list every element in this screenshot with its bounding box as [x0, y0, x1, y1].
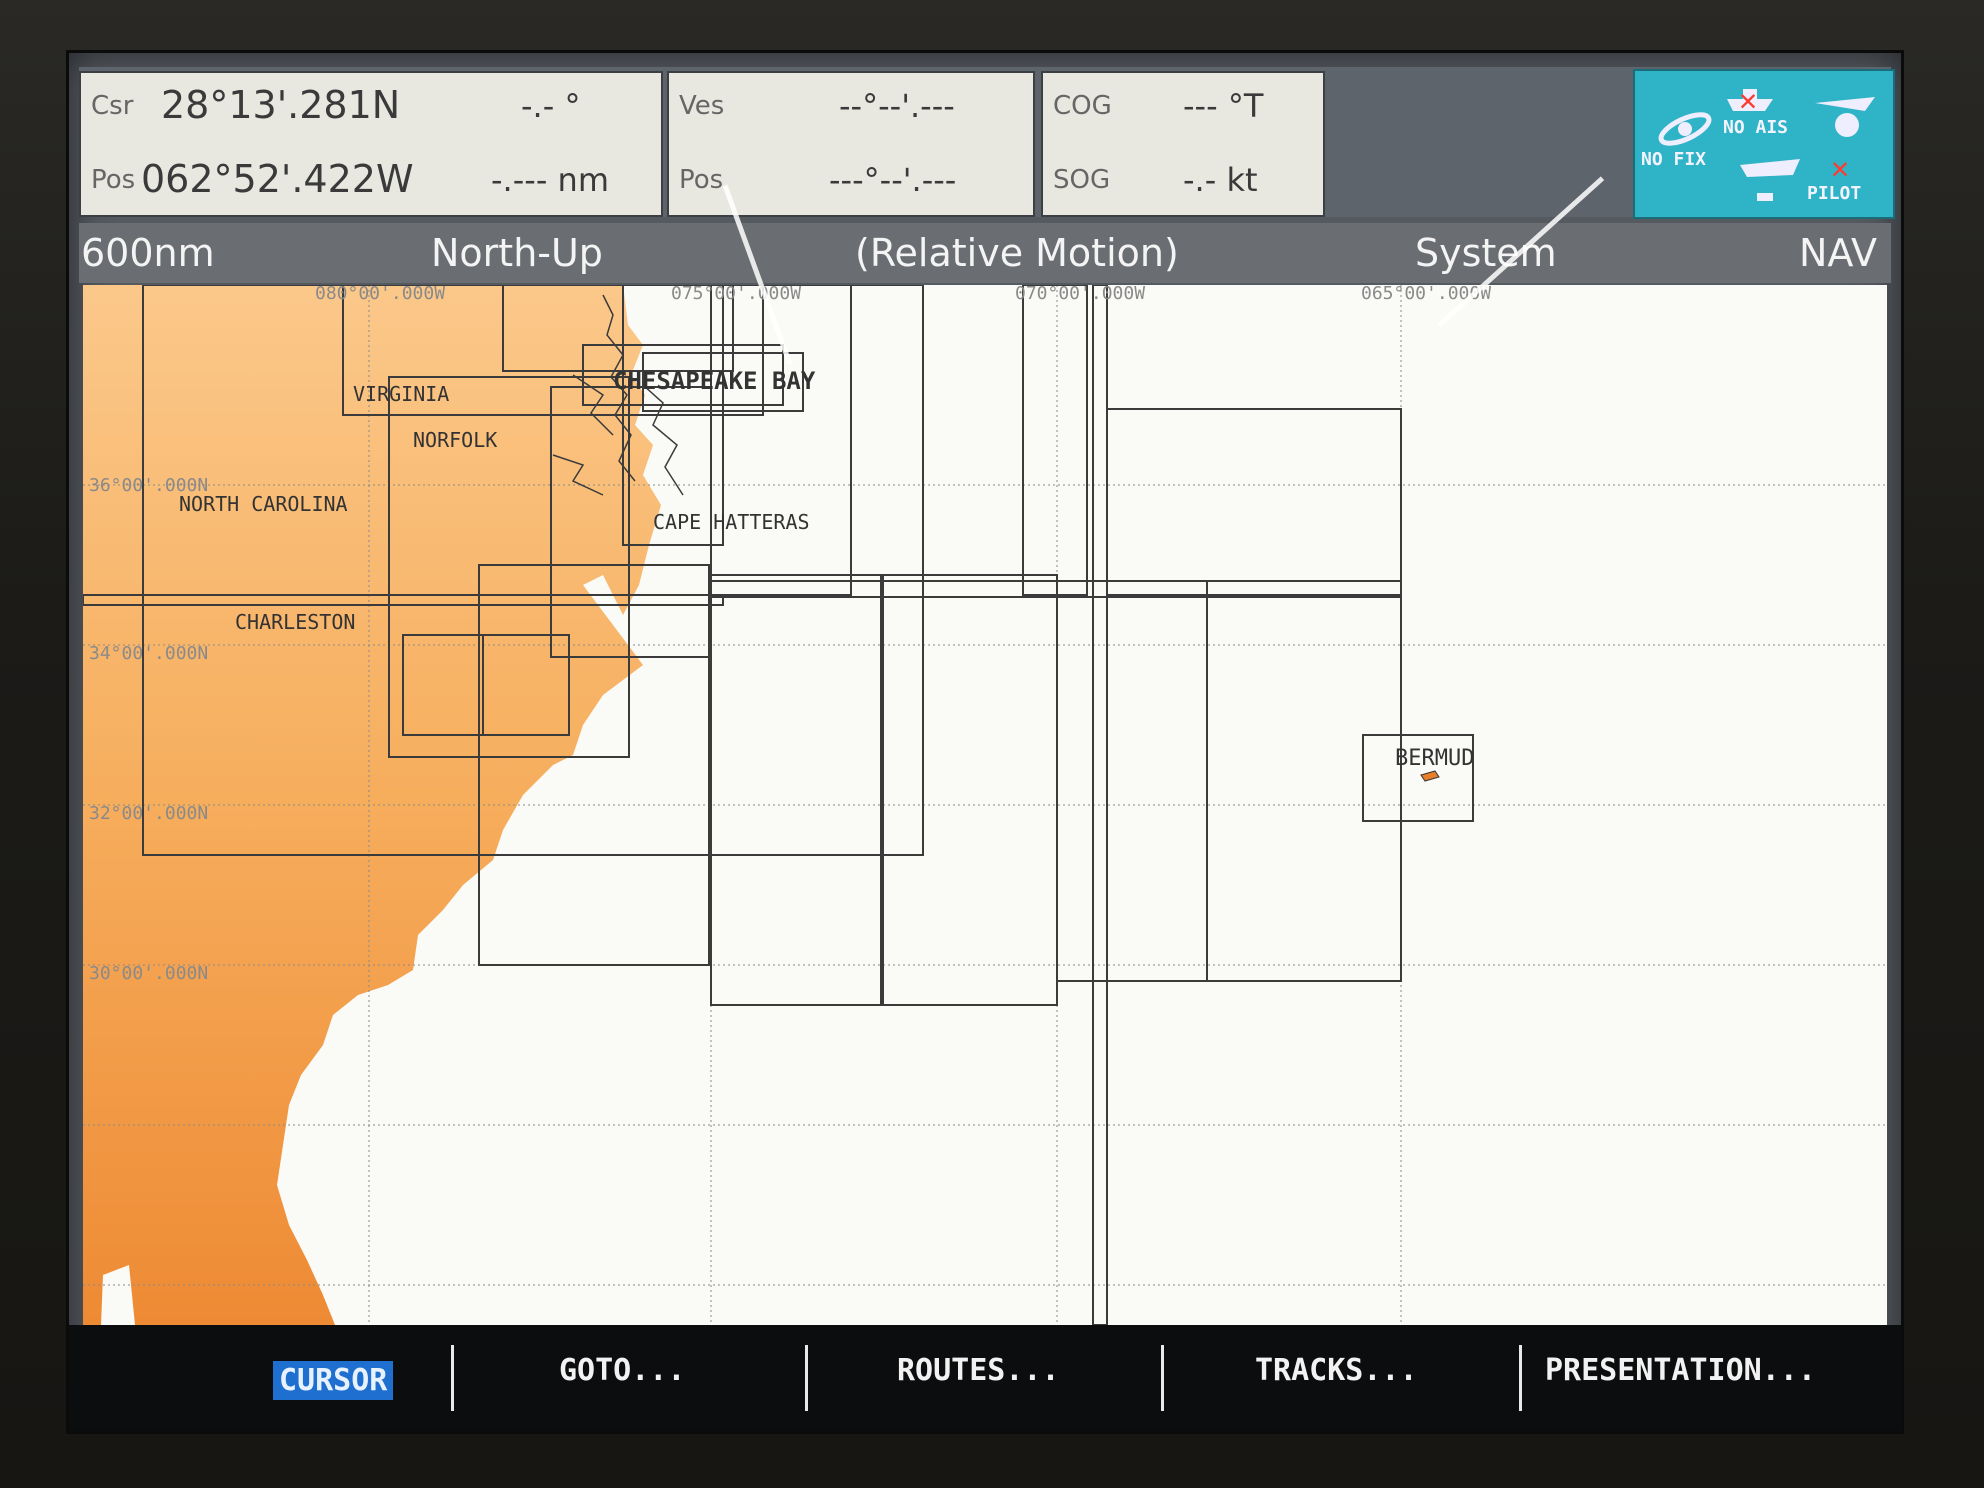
vessel-data-cell: Ves --°--'.--- Pos ---°--'.--- — [667, 71, 1035, 217]
nav-mode[interactable]: NAV — [1799, 231, 1877, 275]
sog-value: -.- kt — [1183, 161, 1258, 199]
place-virginia: VIRGINIA — [353, 382, 449, 406]
pos-label: Pos — [91, 165, 136, 195]
cursor-latitude: 28°13'.281N — [161, 83, 401, 127]
lat-label-32: 32°00'.000N — [89, 803, 208, 824]
place-norfolk: NORFOLK — [413, 428, 497, 452]
noais-label: NO AIS — [1723, 117, 1789, 138]
presentation-softkey[interactable]: PRESENTATION... — [1545, 1353, 1816, 1388]
vessel-pos-label: Pos — [679, 165, 724, 195]
softkey-divider — [451, 1345, 454, 1411]
florida-lake — [101, 1265, 135, 1325]
vessel-longitude: ---°--'.--- — [829, 161, 957, 199]
lon-label-075: 075°00'.000W — [671, 285, 801, 304]
softkey-bar: CURSOR GOTO... ROUTES... TRACKS... PRESE… — [69, 1325, 1901, 1431]
lon-label-080: 080°00'.000W — [315, 285, 445, 304]
nofix-label: NO FIX — [1641, 149, 1707, 170]
ves-label: Ves — [679, 91, 725, 121]
place-north-carolina: NORTH CAROLINA — [179, 492, 348, 516]
softkey-divider — [1161, 1345, 1164, 1411]
autopilot-icon — [1815, 97, 1875, 137]
cog-value: --- °T — [1183, 87, 1264, 125]
data-bar: Csr 28°13'.281N -.- ° Pos 062°52'.422W -… — [79, 67, 1895, 219]
pilot-label: PILOT — [1807, 183, 1862, 204]
cog-label: COG — [1053, 91, 1112, 121]
place-cape-hatteras: CAPE HATTERAS — [653, 510, 810, 534]
status-panel: ✕ ✕ NO FIX NO AIS PILOT — [1633, 69, 1895, 219]
routes-softkey[interactable]: ROUTES... — [897, 1353, 1060, 1388]
radar-icon — [1740, 159, 1800, 201]
softkey-divider — [1519, 1345, 1522, 1411]
bermuda-island — [1420, 770, 1440, 782]
place-bermuda: BERMUD — [1395, 746, 1474, 771]
range-readout[interactable]: 600nm — [81, 231, 215, 275]
gps-satellite-icon — [1658, 112, 1712, 146]
cursor-bearing: -.- ° — [521, 87, 581, 125]
goto-softkey[interactable]: GOTO... — [559, 1353, 685, 1388]
pilot-cross-icon: ✕ — [1831, 151, 1850, 186]
lat-label-34: 34°00'.000N — [89, 643, 208, 664]
orientation-mode[interactable]: North-Up — [431, 231, 603, 275]
chartplotter-screen: Csr 28°13'.281N -.- ° Pos 062°52'.422W -… — [66, 50, 1904, 1434]
course-speed-cell: COG --- °T SOG -.- kt — [1041, 71, 1325, 217]
vessel-latitude: --°--'.--- — [839, 87, 955, 125]
cursor-range: -.--- nm — [491, 161, 609, 199]
motion-mode[interactable]: (Relative Motion) — [855, 231, 1179, 275]
chart-title-bar: 600nm North-Up (Relative Motion) System … — [79, 223, 1891, 283]
lat-label-30: 30°00'.000N — [89, 963, 208, 984]
softkey-divider — [805, 1345, 808, 1411]
place-chesapeake-bay: CHESAPEAKE BAY — [613, 367, 816, 395]
csr-label: Csr — [91, 91, 134, 121]
lon-label-070: 070°00'.000W — [1015, 285, 1145, 304]
tracks-softkey[interactable]: TRACKS... — [1255, 1353, 1418, 1388]
cursor-data-cell: Csr 28°13'.281N -.- ° Pos 062°52'.422W -… — [79, 71, 663, 217]
ais-cross-icon: ✕ — [1739, 83, 1758, 118]
place-charleston: CHARLESTON — [235, 610, 355, 634]
cursor-softkey[interactable]: CURSOR — [273, 1361, 394, 1400]
cursor-longitude: 062°52'.422W — [141, 157, 414, 201]
sog-label: SOG — [1053, 165, 1111, 195]
nautical-chart[interactable]: 080°00'.000W 075°00'.000W 070°00'.000W 0… — [83, 285, 1887, 1325]
